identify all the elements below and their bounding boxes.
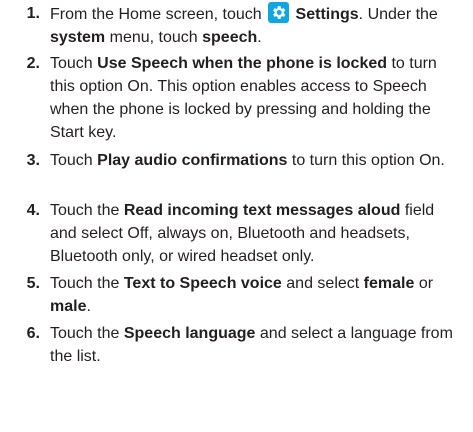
step-number: 2. <box>26 55 40 72</box>
step-text-part: Touch the <box>50 275 120 292</box>
step-text-part: Touch the <box>50 325 120 342</box>
settings-label: Settings <box>295 6 359 23</box>
step-text-part: . <box>257 29 262 46</box>
step-number: 1. <box>26 5 40 22</box>
gear-icon <box>268 2 290 23</box>
step-text: Touch Use Speech when the phone is locke… <box>50 52 465 144</box>
step-text-part: . Under the <box>358 6 438 23</box>
step-text-part: to turn this option On. <box>291 152 445 169</box>
system-label: system <box>50 29 106 46</box>
instruction-page: 1. From the Home screen, touch Settings.… <box>0 0 473 432</box>
step-text-part: Touch <box>50 55 93 72</box>
step-text-part: or <box>418 275 434 292</box>
step-text-part: Touch <box>50 152 93 169</box>
step-text-part: menu, touch <box>109 29 198 46</box>
option-label: Use Speech when the phone is locked <box>97 55 388 72</box>
option-label: Read incoming text messages aloud <box>123 202 401 219</box>
step-number: 5. <box>26 275 40 292</box>
voice-female-label: female <box>363 275 415 292</box>
step-text-part: Touch the <box>50 202 120 219</box>
step-number: 6. <box>26 325 40 342</box>
option-label: Play audio confirmations <box>97 152 288 169</box>
step-number: 3. <box>26 152 40 169</box>
step-text: From the Home screen, touch Settings. Un… <box>50 2 465 49</box>
step-text-part: . <box>86 298 91 315</box>
step-text-part: and select <box>286 275 360 292</box>
voice-male-label: male <box>50 298 87 315</box>
step-text-part: From the Home screen, touch <box>50 6 262 23</box>
option-label: Speech language <box>123 325 256 342</box>
step-text: Touch the Text to Speech voice and selec… <box>50 272 465 318</box>
step-number: 4. <box>26 202 40 219</box>
step-text: Touch Play audio confirmations to turn t… <box>50 149 465 172</box>
step-text: Touch the Read incoming text messages al… <box>50 199 465 268</box>
step-text: Touch the Speech language and select a l… <box>50 322 465 368</box>
speech-label: speech <box>202 29 258 46</box>
option-label: Text to Speech voice <box>123 275 282 292</box>
